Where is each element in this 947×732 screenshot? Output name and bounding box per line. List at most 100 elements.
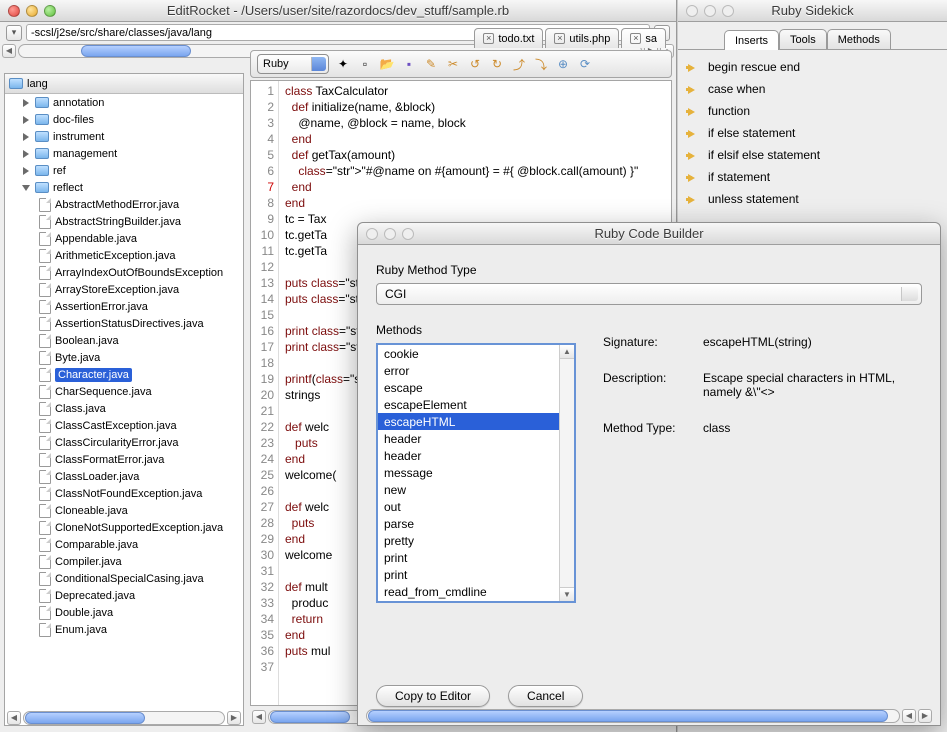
open-icon[interactable]: 📂 bbox=[379, 56, 395, 72]
tree-file[interactable]: ArrayIndexOutOfBoundsException bbox=[5, 264, 243, 281]
tool-icon[interactable]: ✎ bbox=[423, 56, 439, 72]
insert-item[interactable]: unless statement bbox=[686, 188, 939, 210]
tree-file[interactable]: AbstractMethodError.java bbox=[5, 196, 243, 213]
close-icon[interactable] bbox=[366, 228, 378, 240]
insert-item[interactable]: begin rescue end bbox=[686, 56, 939, 78]
tool-icon[interactable]: ⟳ bbox=[577, 56, 593, 72]
disclosure-icon[interactable] bbox=[23, 116, 29, 124]
tree-file[interactable]: Character.java bbox=[5, 366, 243, 383]
close-tab-icon[interactable]: × bbox=[554, 33, 565, 44]
insert-item[interactable]: if elsif else statement bbox=[686, 144, 939, 166]
cancel-button[interactable]: Cancel bbox=[508, 685, 583, 707]
tool-icon[interactable]: ⊕ bbox=[555, 56, 571, 72]
close-icon[interactable] bbox=[686, 5, 698, 17]
method-option[interactable]: escapeHTML bbox=[378, 413, 574, 430]
sidekick-tab[interactable]: Methods bbox=[827, 29, 891, 49]
method-option[interactable]: cookie bbox=[378, 345, 574, 362]
zoom-icon[interactable] bbox=[722, 5, 734, 17]
tool-icon[interactable]: ✂ bbox=[445, 56, 461, 72]
tree-folder[interactable]: ref bbox=[5, 162, 243, 179]
method-option[interactable]: print bbox=[378, 566, 574, 583]
method-type-dropdown[interactable]: CGI ▴▾ bbox=[376, 283, 922, 305]
method-option[interactable]: print bbox=[378, 549, 574, 566]
method-option[interactable]: read_from_cmdline bbox=[378, 583, 574, 600]
insert-item[interactable]: if else statement bbox=[686, 122, 939, 144]
scroll-right-icon[interactable]: ▶ bbox=[227, 711, 241, 725]
scroll-down-icon[interactable]: ▼ bbox=[560, 587, 574, 601]
tree-folder[interactable]: instrument bbox=[5, 128, 243, 145]
method-option[interactable]: parse bbox=[378, 515, 574, 532]
tree-folder[interactable]: management bbox=[5, 145, 243, 162]
close-tab-icon[interactable]: × bbox=[483, 33, 494, 44]
tree-file[interactable]: ArrayStoreException.java bbox=[5, 281, 243, 298]
minimize-icon[interactable] bbox=[704, 5, 716, 17]
tree-file[interactable]: ClassNotFoundException.java bbox=[5, 485, 243, 502]
tree-file[interactable]: ConditionalSpecialCasing.java bbox=[5, 570, 243, 587]
scroll-left-icon[interactable]: ◀ bbox=[7, 711, 21, 725]
tool-icon[interactable]: ↺ bbox=[467, 56, 483, 72]
tool-icon[interactable]: ↻ bbox=[489, 56, 505, 72]
method-option[interactable]: header bbox=[378, 447, 574, 464]
dialog-hscroll[interactable]: ◀ ▶ bbox=[364, 708, 934, 723]
tree-hscroll[interactable]: ◀ ▶ bbox=[5, 710, 243, 725]
disclosure-icon[interactable] bbox=[22, 185, 30, 191]
language-selector[interactable]: Ruby bbox=[257, 54, 329, 74]
file-tab[interactable]: ×utils.php bbox=[545, 28, 619, 48]
tree-file[interactable]: AssertionError.java bbox=[5, 298, 243, 315]
scroll-left-icon[interactable]: ◀ bbox=[2, 44, 16, 58]
tree-file[interactable]: Enum.java bbox=[5, 621, 243, 638]
method-option[interactable]: out bbox=[378, 498, 574, 515]
method-option[interactable]: new bbox=[378, 481, 574, 498]
method-option[interactable]: header bbox=[378, 430, 574, 447]
new-file-icon[interactable]: ▫ bbox=[357, 56, 373, 72]
tree-root[interactable]: lang bbox=[5, 74, 243, 94]
tree-file[interactable]: AbstractStringBuilder.java bbox=[5, 213, 243, 230]
method-option[interactable]: error bbox=[378, 362, 574, 379]
tree-file[interactable]: Compiler.java bbox=[5, 553, 243, 570]
tree-file[interactable]: Double.java bbox=[5, 604, 243, 621]
tree-folder[interactable]: doc-files bbox=[5, 111, 243, 128]
disclosure-icon[interactable] bbox=[23, 99, 29, 107]
path-expand-button[interactable]: ▾ bbox=[6, 25, 22, 41]
tree-file[interactable]: ArithmeticException.java bbox=[5, 247, 243, 264]
minimize-icon[interactable] bbox=[384, 228, 396, 240]
tree-file[interactable]: ClassLoader.java bbox=[5, 468, 243, 485]
tree-file[interactable]: Byte.java bbox=[5, 349, 243, 366]
tree-file[interactable]: CharSequence.java bbox=[5, 383, 243, 400]
wand-icon[interactable]: ✦ bbox=[335, 56, 351, 72]
methods-scrollbar[interactable]: ▲ ▼ bbox=[559, 345, 574, 601]
minimize-icon[interactable] bbox=[26, 5, 38, 17]
methods-listbox[interactable]: cookieerrorescapeescapeElementescapeHTML… bbox=[376, 343, 576, 603]
tree-file[interactable]: Appendable.java bbox=[5, 230, 243, 247]
insert-item[interactable]: case when bbox=[686, 78, 939, 100]
method-option[interactable]: message bbox=[378, 464, 574, 481]
method-option[interactable]: escapeElement bbox=[378, 396, 574, 413]
sidekick-tab[interactable]: Inserts bbox=[724, 30, 779, 50]
zoom-icon[interactable] bbox=[402, 228, 414, 240]
save-icon[interactable]: ▪ bbox=[401, 56, 417, 72]
disclosure-icon[interactable] bbox=[23, 167, 29, 175]
close-icon[interactable] bbox=[8, 5, 20, 17]
tree-file[interactable]: Cloneable.java bbox=[5, 502, 243, 519]
file-tab[interactable]: ×sa bbox=[621, 28, 666, 48]
tree-file[interactable]: Deprecated.java bbox=[5, 587, 243, 604]
tree-file[interactable]: Comparable.java bbox=[5, 536, 243, 553]
scroll-up-icon[interactable]: ▲ bbox=[560, 345, 574, 359]
insert-item[interactable]: function bbox=[686, 100, 939, 122]
disclosure-icon[interactable] bbox=[23, 150, 29, 158]
sidekick-tab[interactable]: Tools bbox=[779, 29, 827, 49]
tool-icon[interactable]: ⤴ bbox=[511, 56, 527, 72]
copy-to-editor-button[interactable]: Copy to Editor bbox=[376, 685, 490, 707]
zoom-icon[interactable] bbox=[44, 5, 56, 17]
disclosure-icon[interactable] bbox=[23, 133, 29, 141]
tree-file[interactable]: AssertionStatusDirectives.java bbox=[5, 315, 243, 332]
tree-file[interactable]: Boolean.java bbox=[5, 332, 243, 349]
close-tab-icon[interactable]: × bbox=[630, 33, 641, 44]
tree-file[interactable]: ClassCastException.java bbox=[5, 417, 243, 434]
file-tab[interactable]: ×todo.txt bbox=[474, 28, 543, 48]
tree-file[interactable]: ClassCircularityError.java bbox=[5, 434, 243, 451]
tool-icon[interactable]: ⤵ bbox=[533, 56, 549, 72]
insert-item[interactable]: if statement bbox=[686, 166, 939, 188]
tree-file[interactable]: ClassFormatError.java bbox=[5, 451, 243, 468]
tree-file[interactable]: Class.java bbox=[5, 400, 243, 417]
